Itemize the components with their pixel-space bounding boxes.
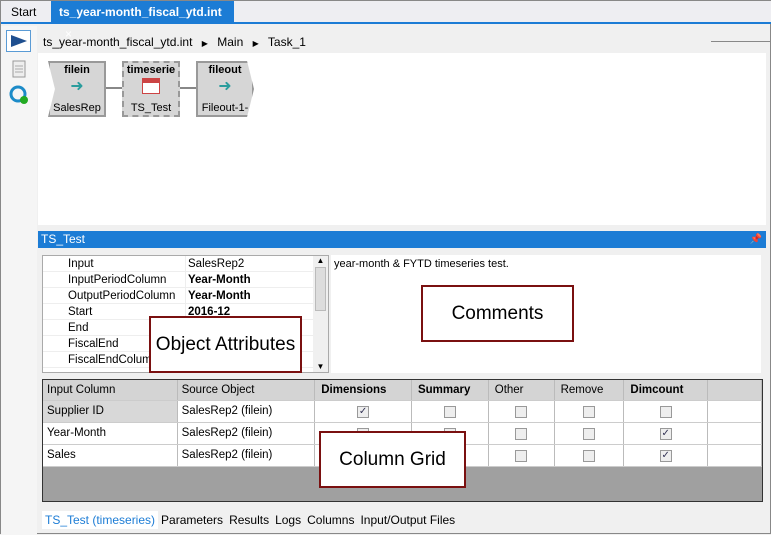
attribute-row[interactable]: InputPeriodColumn Year-Month (43, 272, 328, 288)
checkbox-cell (624, 401, 709, 422)
node-type: filein (64, 64, 90, 76)
grid-header[interactable]: Other (489, 380, 555, 400)
bottom-tabs: TS_Test (timeseries) Parameters Results Log… (42, 511, 458, 529)
breadcrumb-task[interactable]: Task_1 (268, 35, 306, 49)
attribute-key: InputPeriodColumn (68, 274, 167, 286)
checkbox-cell (555, 445, 625, 466)
checkbox-cell (489, 401, 555, 422)
panel-title: TS_Test (41, 232, 86, 246)
bottom-tab[interactable]: TS_Test (timeseries) (42, 511, 159, 529)
checkbox-cell (489, 445, 555, 466)
attribute-value[interactable]: Year-Month (185, 288, 313, 303)
node-name: TS_Test (130, 102, 172, 114)
attribute-row[interactable]: Input SalesRep2 (43, 256, 328, 272)
tab-start[interactable]: Start (3, 1, 44, 23)
checkbox[interactable] (515, 405, 528, 418)
panel-header: TS_Test 📌 (38, 231, 766, 248)
checkbox[interactable] (515, 449, 528, 462)
attribute-key: OutputPeriodColumn (68, 290, 176, 302)
bottom-tab[interactable]: Logs (272, 511, 304, 529)
checkbox[interactable] (515, 427, 528, 440)
run-icon[interactable] (6, 30, 31, 52)
connector-arrow (106, 87, 122, 89)
checkbox-cell (412, 401, 489, 422)
input-column-cell[interactable]: Sales (43, 445, 178, 466)
checkbox[interactable] (659, 405, 672, 418)
workflow-canvas[interactable]: filein ➜ SalesRep timeserie TS_Test file… (38, 53, 766, 225)
node-name: SalesRep (53, 102, 101, 114)
scroll-thumb[interactable] (315, 267, 326, 311)
checkbox-cell (555, 423, 625, 444)
grid-header[interactable]: Input Column (43, 380, 178, 400)
connector-arrow (180, 87, 196, 89)
refresh-run-icon[interactable] (6, 84, 31, 106)
attribute-row[interactable]: OutputPeriodColumn Year-Month (43, 288, 328, 304)
chevron-right-icon: ▶ (201, 39, 208, 48)
scroll-down-icon[interactable]: ▼ (313, 362, 328, 371)
grid-header-empty (708, 380, 763, 400)
attribute-value[interactable]: SalesRep2 (185, 256, 313, 271)
node-timeseries[interactable]: timeserie TS_Test (122, 61, 180, 117)
grid-header[interactable]: Source Object (178, 380, 316, 400)
attributes-scrollbar[interactable]: ▲ ▼ (313, 256, 328, 372)
checkbox-cell: ✓ (315, 401, 412, 422)
checkbox[interactable] (582, 427, 595, 440)
bottom-tab[interactable]: Columns (304, 511, 357, 529)
bottom-tab[interactable]: Results (226, 511, 272, 529)
scroll-up-icon[interactable]: ▲ (313, 256, 328, 265)
grid-header[interactable]: Dimensions (315, 380, 412, 400)
source-object-cell[interactable]: SalesRep2 (filein) (178, 401, 316, 422)
tab-label: ts_year-month_fiscal_ytd.int (59, 5, 222, 19)
checkbox[interactable]: ✓ (659, 427, 672, 440)
breadcrumb: ts_year-month_fiscal_ytd.int ▶ Main ▶ Ta… (43, 35, 306, 49)
node-filein[interactable]: filein ➜ SalesRep (48, 61, 106, 117)
chevron-right-icon: ▶ (252, 39, 259, 48)
grid-header[interactable]: Dimcount (624, 380, 709, 400)
pin-icon[interactable]: 📌 (750, 231, 762, 248)
grid-row[interactable]: Supplier ID SalesRep2 (filein) ✓ (43, 401, 762, 423)
grid-header[interactable]: Summary (412, 380, 489, 400)
attribute-value[interactable]: Year-Month (185, 272, 313, 287)
bottom-tab[interactable]: Parameters (158, 511, 226, 529)
empty-cell (708, 423, 762, 444)
bottom-tab[interactable]: Input/Output Files (357, 511, 458, 529)
source-object-cell[interactable]: SalesRep2 (filein) (178, 423, 316, 444)
file-in-icon: ➜ (70, 78, 84, 95)
checkbox-cell: ✓ (624, 423, 709, 444)
tab-bar: Start ts_year-month_fiscal_ytd.int × (1, 1, 771, 41)
empty-cell (708, 401, 762, 422)
checkbox[interactable] (582, 405, 595, 418)
empty-cell (708, 445, 762, 466)
checkbox[interactable] (582, 449, 595, 462)
tab-file[interactable]: ts_year-month_fiscal_ytd.int × (51, 1, 234, 41)
callout-object-attributes: Object Attributes (149, 316, 302, 373)
divider (711, 41, 771, 42)
checkbox-cell (555, 401, 625, 422)
input-column-cell[interactable]: Supplier ID (43, 401, 178, 422)
callout-comments: Comments (421, 285, 574, 342)
node-name: Fileout-1- (201, 102, 249, 114)
left-toolbar (1, 26, 37, 535)
node-type: fileout (208, 64, 242, 76)
node-fileout[interactable]: fileout ➜ Fileout-1- (196, 61, 254, 117)
breadcrumb-file[interactable]: ts_year-month_fiscal_ytd.int (43, 35, 192, 49)
grid-header[interactable]: Remove (555, 380, 625, 400)
breadcrumb-main[interactable]: Main (217, 35, 243, 49)
checkbox[interactable]: ✓ (357, 405, 370, 418)
input-column-cell[interactable]: Year-Month (43, 423, 178, 444)
file-out-icon: ➜ (218, 78, 232, 95)
attribute-key: Input (68, 258, 94, 270)
checkbox[interactable] (443, 405, 456, 418)
document-icon[interactable] (6, 58, 31, 80)
checkbox[interactable]: ✓ (659, 449, 672, 462)
checkbox-cell: ✓ (624, 445, 709, 466)
node-type: timeserie (126, 64, 176, 76)
callout-column-grid: Column Grid (319, 431, 466, 488)
source-object-cell[interactable]: SalesRep2 (filein) (178, 445, 316, 466)
checkbox-cell (489, 423, 555, 444)
timeseries-icon (142, 78, 160, 94)
